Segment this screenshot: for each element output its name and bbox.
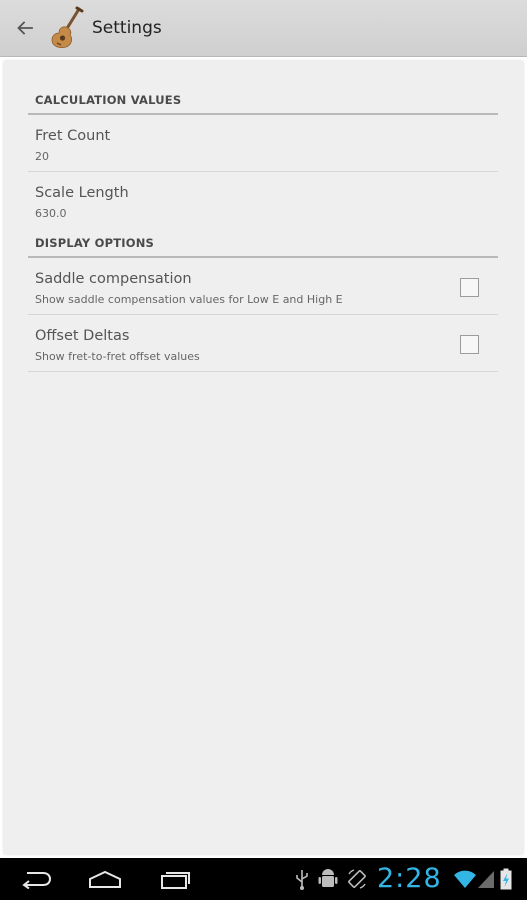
recent-apps-button[interactable] [148, 858, 204, 900]
pref-saddle-compensation[interactable]: Saddle compensation Show saddle compensa… [28, 258, 498, 315]
pref-offset-deltas[interactable]: Offset Deltas Show fret-to-fret offset v… [28, 315, 498, 372]
wifi-icon [454, 870, 476, 888]
status-clock: 2:28 [377, 863, 442, 894]
pref-title: Scale Length [35, 185, 129, 201]
pref-summary: 20 [35, 150, 49, 163]
arrow-left-icon [17, 21, 33, 35]
pref-summary: Show fret-to-fret offset values [35, 350, 200, 363]
recent-apps-icon [161, 872, 190, 889]
system-nav-bar: 2:28 [0, 858, 527, 900]
guitar-icon [51, 6, 84, 48]
screen-rotation-icon [348, 869, 366, 889]
category-header-calculation: CALCULATION VALUES [28, 93, 498, 115]
action-bar: Settings [0, 0, 527, 57]
pref-summary: Show saddle compensation values for Low … [35, 293, 343, 306]
pref-summary: 630.0 [35, 207, 67, 220]
offset-deltas-checkbox[interactable] [460, 335, 479, 354]
cell-signal-icon [478, 871, 494, 888]
android-debug-icon [318, 869, 338, 887]
pref-title: Saddle compensation [35, 271, 192, 287]
page-title: Settings [92, 18, 162, 38]
saddle-compensation-checkbox[interactable] [460, 278, 479, 297]
debug-status [318, 866, 338, 892]
pref-title: Offset Deltas [35, 328, 130, 344]
settings-content: CALCULATION VALUES Fret Count 20 Scale L… [0, 57, 527, 858]
wifi-status [453, 866, 477, 892]
pref-fret-count[interactable]: Fret Count 20 [28, 115, 498, 172]
home-nav-button[interactable] [77, 858, 133, 900]
rotation-status [346, 866, 368, 892]
pref-title: Fret Count [35, 128, 111, 144]
home-nav-icon [89, 870, 121, 888]
usb-icon [296, 870, 308, 890]
signal-status [477, 866, 495, 892]
back-nav-icon [22, 872, 52, 889]
battery-charging-icon [500, 868, 512, 890]
pref-scale-length[interactable]: Scale Length 630.0 [28, 172, 498, 229]
preferences-panel[interactable]: CALCULATION VALUES Fret Count 20 Scale L… [4, 61, 523, 854]
usb-status [294, 866, 310, 892]
category-header-display: DISPLAY OPTIONS [28, 236, 498, 258]
back-nav-button[interactable] [8, 858, 64, 900]
battery-status [499, 866, 513, 892]
back-button[interactable] [0, 0, 50, 57]
